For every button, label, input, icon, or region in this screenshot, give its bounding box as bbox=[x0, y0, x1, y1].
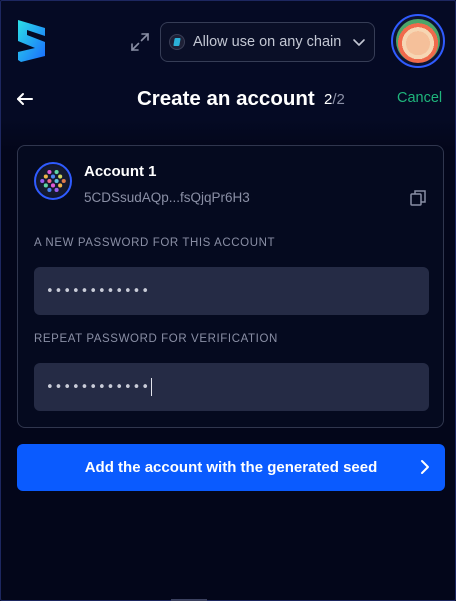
chain-icon bbox=[169, 34, 185, 50]
add-account-button-label: Add the account with the generated seed bbox=[84, 459, 378, 476]
account-card: Account 1 5CDSsudAQp...fsQjqPr6H3 A NEW … bbox=[17, 145, 444, 428]
chevron-right-icon bbox=[421, 460, 429, 474]
repeat-password-input[interactable]: •••••••••••• bbox=[34, 363, 429, 411]
cancel-button[interactable]: Cancel bbox=[397, 90, 442, 106]
page-title: Create an account bbox=[137, 87, 315, 110]
account-identicon bbox=[34, 162, 72, 200]
subwallet-logo-icon bbox=[18, 20, 45, 62]
arrow-left-icon[interactable] bbox=[15, 89, 35, 109]
text-caret bbox=[151, 378, 153, 396]
repeat-password-label: REPEAT PASSWORD FOR VERIFICATION bbox=[34, 333, 278, 345]
chain-select-label: Allow use on any chain bbox=[193, 34, 342, 50]
password-input[interactable]: •••••••••••• bbox=[34, 267, 429, 315]
step-indicator: 2/2 bbox=[324, 91, 345, 108]
copy-icon[interactable] bbox=[409, 189, 427, 207]
account-avatar[interactable] bbox=[391, 14, 445, 68]
chevron-down-icon bbox=[353, 39, 365, 46]
password-label: A NEW PASSWORD FOR THIS ACCOUNT bbox=[34, 237, 276, 249]
app-window: Allow use on any chain Create an account… bbox=[0, 0, 456, 601]
password-value: •••••••••••• bbox=[46, 283, 151, 299]
account-address: 5CDSsudAQp...fsQjqPr6H3 bbox=[84, 190, 250, 205]
expand-arrows-icon[interactable] bbox=[129, 31, 151, 53]
repeat-password-value: •••••••••••• bbox=[46, 379, 151, 395]
chain-select[interactable]: Allow use on any chain bbox=[160, 22, 375, 62]
add-account-button[interactable]: Add the account with the generated seed bbox=[17, 444, 445, 491]
account-name: Account 1 bbox=[84, 163, 157, 180]
step-total: 2 bbox=[336, 91, 345, 108]
avatar-image bbox=[396, 19, 440, 63]
